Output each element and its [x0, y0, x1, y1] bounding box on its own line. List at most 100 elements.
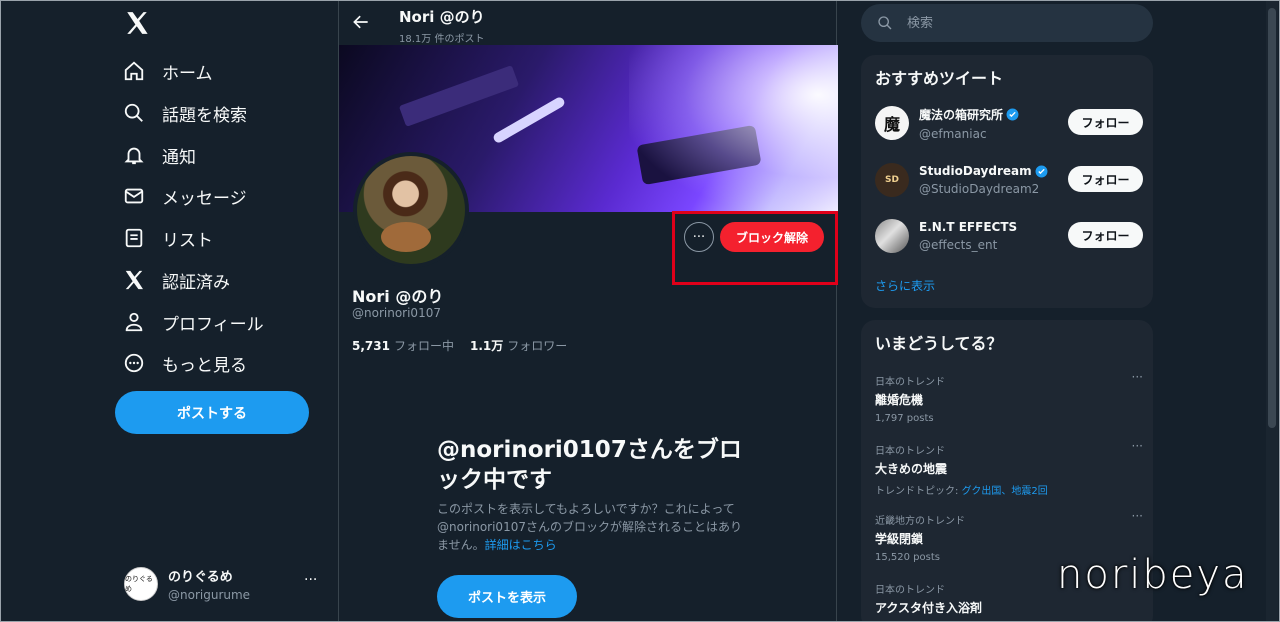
banner-decoration [398, 65, 520, 127]
user-handle: @StudioDaydream2 [919, 182, 1040, 196]
banner-decoration [491, 95, 567, 145]
trends-title: いまどうしてる？ [875, 334, 1003, 353]
search-input[interactable] [907, 15, 1127, 31]
blocked-description-text: このポストを表示してもよろしいですか？これによって@norinori0107さん… [437, 502, 742, 552]
trend-topic: トレンドトピック: グク出国、地震2回 [875, 482, 1143, 497]
profile-stats: 5,731 フォロー中 1.1万 フォロワー [352, 337, 567, 354]
trend-title: 大きめの地震 [875, 462, 948, 476]
search-icon [877, 15, 893, 31]
following-count: 5,731 [352, 339, 390, 353]
profile-handle: @norinori0107 [352, 306, 441, 320]
person-icon [122, 310, 146, 334]
account-display-name: のりぐるめ [168, 570, 233, 585]
follow-button[interactable]: フォロー [1068, 109, 1143, 135]
followers-link[interactable]: 1.1万 フォロワー [470, 337, 567, 354]
trend-category: 日本のトレンド [875, 377, 945, 388]
more-horizontal-icon[interactable]: ··· [1132, 370, 1143, 384]
sidebar-item-explore[interactable]: 話題を検索 [122, 95, 247, 131]
sidebar-item-label: リスト [162, 230, 213, 251]
sidebar-item-more[interactable]: もっと見る [122, 345, 247, 381]
sidebar-item-verified[interactable]: 認証済み [122, 262, 230, 298]
annotation-highlight-box [672, 211, 838, 285]
scrollbar[interactable] [1266, 0, 1278, 622]
recommended-title: おすすめツイート [875, 69, 1004, 88]
search-bar[interactable] [861, 4, 1153, 42]
recommended-user[interactable]: SD StudioDaydream @StudioDaydream2 フォロー [875, 160, 1143, 200]
trend-title: アクスタ付き入浴剤 [875, 601, 983, 615]
avatar: 魔 [875, 106, 909, 140]
back-arrow-icon[interactable] [351, 12, 371, 32]
more-horizontal-icon[interactable]: ··· [1132, 439, 1143, 453]
header-post-count: 18.1万 件のポスト [399, 34, 485, 45]
avatar: のりぐるめ [124, 567, 158, 601]
more-horizontal-icon[interactable]: ··· [304, 572, 317, 588]
show-more-link[interactable]: さらに表示 [875, 277, 935, 294]
avatar [875, 219, 909, 253]
sidebar-item-label: プロフィール [162, 314, 264, 335]
account-switcher[interactable]: のりぐるめ のりぐるめ @norigurume ··· [124, 564, 324, 604]
recommended-user[interactable]: E.N.T EFFECTS @effects_ent フォロー [875, 216, 1143, 256]
trend-category: 近畿地方のトレンド [875, 516, 965, 527]
sidebar-item-label: メッセージ [162, 188, 247, 209]
mail-icon [122, 184, 146, 208]
trend-post-count: 1,797 posts [875, 413, 934, 424]
home-icon [122, 59, 146, 83]
trend-title: 離婚危機 [875, 393, 924, 407]
sidebar-item-label: 話題を検索 [162, 105, 247, 126]
followers-count: 1.1万 [469, 339, 504, 353]
trend-item[interactable]: 日本のトレンド 大きめの地震 トレンドトピック: グク出国、地震2回 ··· [875, 439, 1143, 497]
verified-badge-icon [1035, 165, 1048, 177]
user-handle: @effects_ent [919, 238, 998, 252]
trend-item[interactable]: 日本のトレンド 離婚危機 1,797 posts ··· [875, 370, 1143, 424]
sidebar-item-profile[interactable]: プロフィール [122, 304, 264, 340]
banner-decoration [629, 45, 838, 212]
more-horizontal-icon[interactable]: ··· [1132, 509, 1143, 523]
user-name: StudioDaydream [919, 164, 1032, 178]
view-posts-button[interactable]: ポストを表示 [437, 575, 577, 618]
sidebar-item-notifications[interactable]: 通知 [122, 137, 196, 173]
right-sidebar: おすすめツイート 魔 魔法の箱研究所 @efmaniac フォロー SD Stu… [837, 0, 1280, 622]
avatar: SD [875, 163, 909, 197]
user-handle: @efmaniac [919, 126, 987, 141]
verified-badge-icon [1006, 108, 1019, 120]
left-sidebar: ホーム 話題を検索 通知 メッセージ リスト 認証済み プロフィール もっと見る… [0, 0, 338, 622]
trend-category: 日本のトレンド [875, 446, 945, 457]
sidebar-item-lists[interactable]: リスト [122, 220, 213, 256]
avatar-decoration [381, 222, 431, 252]
follow-button[interactable]: フォロー [1068, 222, 1143, 248]
account-handle: @norigurume [168, 588, 251, 602]
x-verified-icon [122, 268, 146, 292]
blocked-title: @norinori0107さんをブロック中です [437, 437, 742, 493]
sidebar-item-label: 通知 [162, 147, 196, 168]
sidebar-item-home[interactable]: ホーム [122, 53, 213, 89]
blocked-description: このポストを表示してもよろしいですか？これによって@norinori0107さん… [437, 500, 747, 554]
profile-header-bar: Nori @のり 18.1万 件のポスト [339, 0, 838, 45]
watermark-text: noribeya [1057, 552, 1249, 598]
learn-more-link[interactable]: 詳細はこちら [485, 538, 557, 552]
sidebar-item-label: 認証済み [162, 272, 230, 293]
user-name: E.N.T EFFECTS [919, 220, 1018, 234]
follow-button[interactable]: フォロー [1068, 166, 1143, 192]
recommended-panel: おすすめツイート 魔 魔法の箱研究所 @efmaniac フォロー SD Stu… [861, 55, 1153, 308]
scrollbar-thumb[interactable] [1268, 8, 1276, 428]
trend-topic-links[interactable]: グク出国、地震2回 [962, 486, 1048, 497]
bell-icon [122, 143, 146, 167]
sidebar-item-messages[interactable]: メッセージ [122, 178, 247, 214]
followers-label: フォロワー [507, 339, 568, 353]
profile-avatar[interactable] [353, 152, 469, 268]
following-label: フォロー中 [393, 339, 454, 353]
trend-title: 学級閉鎖 [875, 532, 924, 546]
list-icon [122, 226, 146, 250]
search-icon [122, 101, 146, 125]
following-link[interactable]: 5,731 フォロー中 [352, 337, 454, 354]
sidebar-item-label: もっと見る [162, 355, 247, 376]
user-name: 魔法の箱研究所 [919, 107, 1004, 122]
x-logo-icon[interactable] [124, 10, 150, 36]
sidebar-item-label: ホーム [162, 63, 213, 84]
trend-topic-label: トレンドトピック: [875, 486, 959, 497]
post-button[interactable]: ポストする [115, 391, 309, 434]
header-profile-name: Nori @のり [399, 8, 485, 26]
recommended-user[interactable]: 魔 魔法の箱研究所 @efmaniac フォロー [875, 103, 1143, 143]
profile-column: Nori @のり 18.1万 件のポスト ··· ブロック解除 Nori @のり… [338, 0, 838, 622]
profile-name: Nori @のり [352, 287, 444, 306]
